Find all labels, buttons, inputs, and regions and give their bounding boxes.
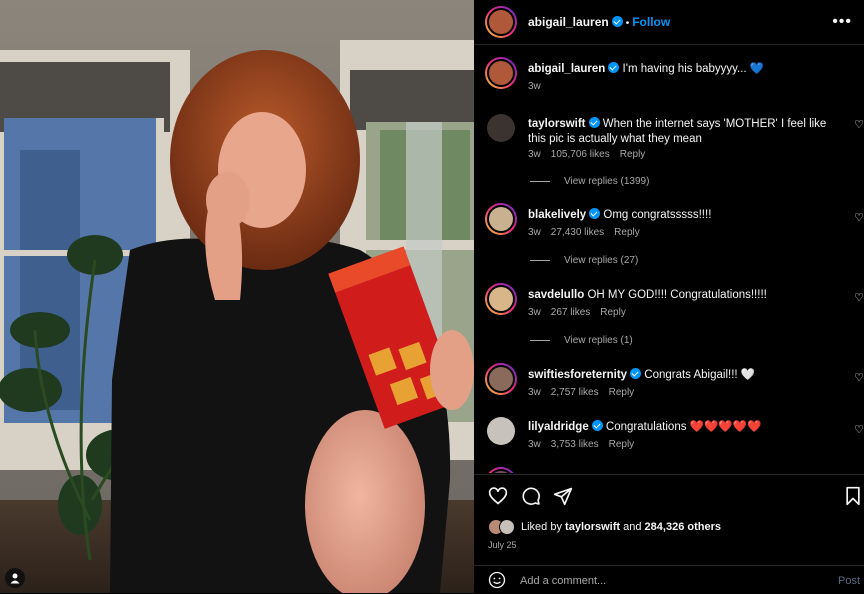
verified-badge-icon [591,420,603,431]
add-comment-input[interactable]: Add a comment... [520,575,606,587]
comment-likes[interactable]: 105,706 likes [551,149,610,160]
reply-button[interactable]: Reply [609,387,635,398]
post-comment-button[interactable]: Post [838,575,860,587]
author-username[interactable]: abigail_lauren [528,15,609,29]
commenter-avatar[interactable] [485,283,517,315]
liked-by-user[interactable]: taylorswift [565,521,620,533]
comment-username[interactable]: blakelively [528,209,586,221]
commenter-avatar[interactable] [485,467,517,473]
comment-text: Congratulations ❤️❤️❤️❤️❤️ [605,421,762,433]
verified-badge-icon [630,368,642,379]
liked-by-summary: Liked by taylorswift and 284,326 others [488,519,721,535]
view-replies-button[interactable]: View replies (27) [530,255,638,266]
commenter-avatar[interactable] [485,203,517,235]
caption-time: 3w [528,81,541,92]
liked-mid: and [623,521,642,533]
like-heart-icon[interactable] [488,486,508,506]
comment-time: 3w [528,439,541,450]
comment-text: Omg congratsssss!!!! [603,209,712,221]
tagged-user-icon[interactable] [5,568,25,588]
view-replies-button[interactable]: View replies (1399) [530,176,649,187]
commenter-avatar[interactable] [485,363,517,395]
like-comment-heart-icon[interactable]: ♡ [854,291,864,304]
comment-username[interactable]: taylorswift [528,118,586,130]
comment-username[interactable]: lilyaldridge [528,421,589,433]
liker-avatar[interactable] [499,519,515,535]
like-comment-heart-icon[interactable]: ♡ [854,423,864,436]
separator-dot: • [625,18,630,29]
commenter-avatar[interactable] [487,114,515,142]
emoji-smile-icon[interactable] [488,571,506,589]
comment-likes[interactable]: 2,757 likes [551,387,599,398]
post-actions: Liked by taylorswift and 284,326 others … [474,474,864,563]
comment-icon[interactable] [521,486,541,506]
reply-button[interactable]: Reply [600,307,626,318]
save-bookmark-icon[interactable] [844,486,862,506]
comment-username[interactable]: savdelullo [528,289,584,301]
comment-text: Congrats Abigail!!! 🤍 [644,369,756,381]
replies-line [530,339,550,341]
caption-text: I'm having his babyyyy... 💙 [622,63,765,75]
verified-badge-icon [608,62,620,73]
post-image [0,0,474,593]
reply-button[interactable]: Reply [614,227,640,238]
author-avatar[interactable] [485,57,517,89]
author-avatar[interactable] [485,6,517,38]
like-comment-heart-icon[interactable]: ♡ [854,371,864,384]
reply-button[interactable]: Reply [620,149,646,160]
post-photo[interactable] [0,0,474,593]
comment-likes[interactable]: 27,430 likes [551,227,604,238]
comment-time: 3w [528,149,541,160]
view-replies-button[interactable]: View replies (1) [530,335,633,346]
share-icon[interactable] [553,486,573,506]
post-header: abigail_lauren • Follow ••• [474,0,864,45]
replies-line [530,180,550,182]
comment-time: 3w [528,307,541,318]
comment-likes[interactable]: 267 likes [551,307,590,318]
comment-time: 3w [528,387,541,398]
more-horizontal-icon[interactable]: ••• [832,13,852,31]
caption-username[interactable]: abigail_lauren [528,63,605,75]
like-comment-heart-icon[interactable]: ♡ [854,211,864,224]
comments-list[interactable]: abigail_lauren I'm having his babyyyy...… [474,45,864,473]
verified-badge-icon [588,117,600,128]
reply-button[interactable]: Reply [609,439,635,450]
comment-text: OH MY GOD!!!! Congratulations!!!!! [587,289,767,301]
comment-likes[interactable]: 3,753 likes [551,439,599,450]
liked-prefix: Liked by [521,521,562,533]
verified-badge-icon [611,16,623,27]
comment-time: 3w [528,227,541,238]
commenter-avatar[interactable] [487,417,515,445]
like-comment-heart-icon[interactable]: ♡ [854,118,864,131]
post-date: July 25 [488,540,517,550]
comment-username[interactable]: swiftiesforeternity [528,369,627,381]
follow-button[interactable]: Follow [632,15,670,29]
verified-badge-icon [589,208,601,219]
replies-line [530,259,550,261]
add-comment-bar: Add a comment... Post [474,565,864,594]
liked-count[interactable]: 284,326 others [645,521,721,533]
post-panel: abigail_lauren • Follow ••• abigail_lauren… [474,0,864,593]
